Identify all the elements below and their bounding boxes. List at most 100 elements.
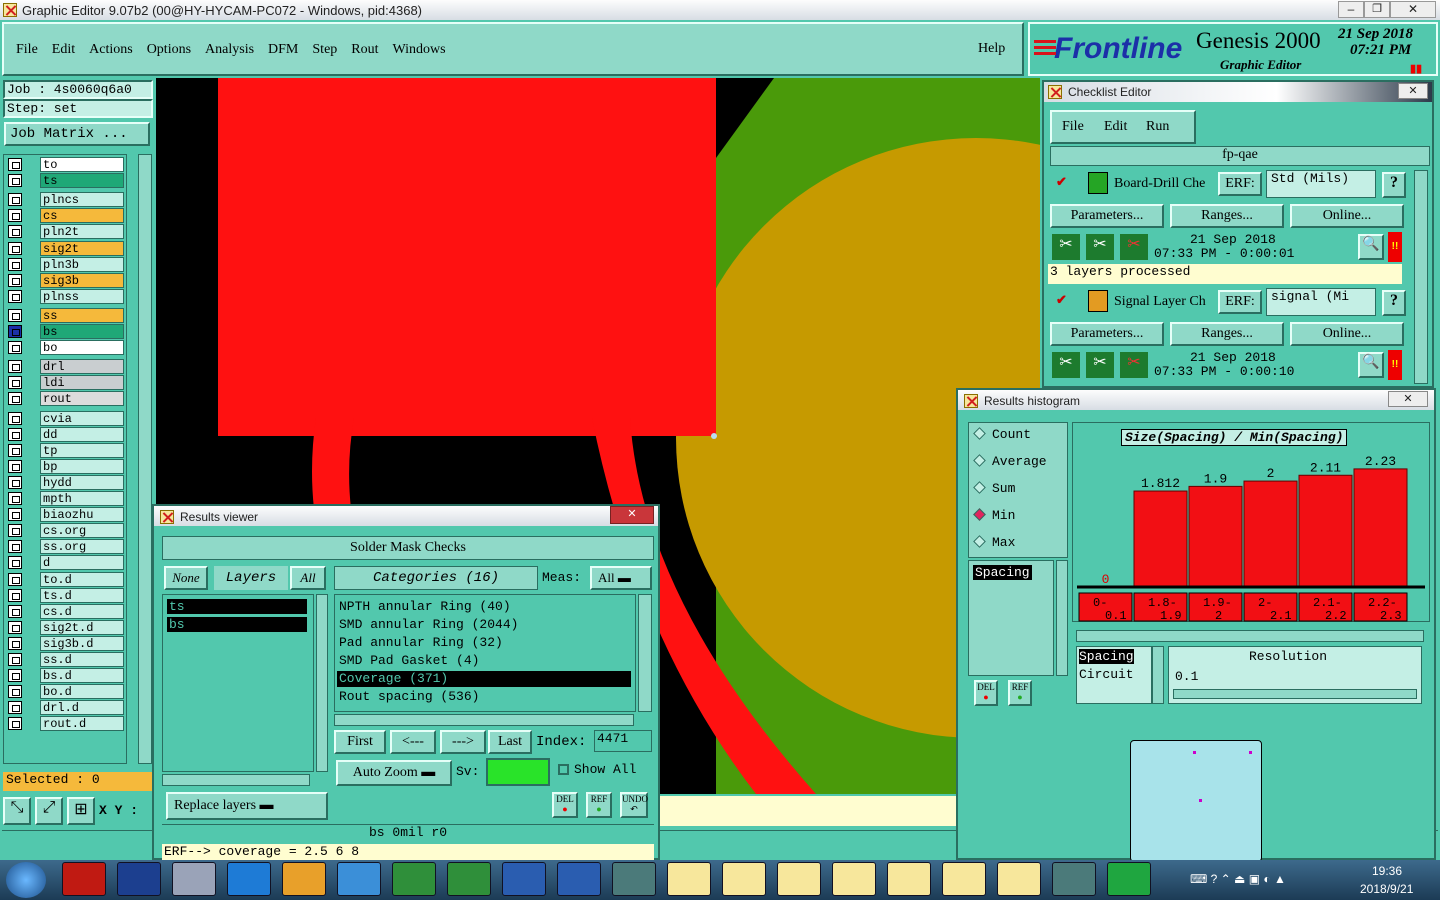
histogram-list-selected[interactable]: Spacing [973, 565, 1032, 580]
layer-row-plncs[interactable]: plncs [6, 192, 124, 208]
checklist-menu-file[interactable]: File [1062, 119, 1084, 135]
action-enabled-icon[interactable]: ✔ [1056, 174, 1067, 190]
action-2-enabled-icon[interactable]: ✔ [1056, 292, 1067, 308]
action-2-run-all-icon[interactable]: ✂ [1086, 352, 1114, 378]
layer-checkbox[interactable] [8, 225, 22, 239]
nav-first-button[interactable]: First [334, 730, 386, 754]
layer-checkbox[interactable] [8, 174, 22, 188]
layer-checkbox[interactable] [8, 556, 22, 570]
layer-row-ldi[interactable]: ldi [6, 375, 124, 391]
menu-analysis[interactable]: Analysis [205, 42, 254, 57]
layer-row-rout.d[interactable]: rout.d [6, 716, 124, 732]
layer-checkbox[interactable] [8, 411, 22, 425]
word-icon[interactable] [557, 862, 601, 896]
menu-edit[interactable]: Edit [52, 42, 75, 57]
histogram-bar[interactable] [1243, 480, 1298, 588]
checklist-menu-run[interactable]: Run [1146, 119, 1169, 135]
histogram-mode-sum[interactable]: Sum [973, 481, 1015, 496]
layer-row-cvia[interactable]: cvia [6, 410, 124, 426]
layer-checkbox[interactable] [8, 572, 22, 586]
layer-checkbox[interactable] [8, 427, 22, 441]
layer-row-cs.org[interactable]: cs.org [6, 523, 124, 539]
action-2-help-button[interactable]: ? [1382, 290, 1406, 316]
results-category-item[interactable]: SMD annular Ring (2044) [337, 617, 631, 633]
layer-row-ss.org[interactable]: ss.org [6, 539, 124, 555]
layer-checkbox[interactable] [8, 620, 22, 634]
index-input[interactable]: 4471 [594, 730, 652, 752]
layer-row-ts.d[interactable]: ts.d [6, 587, 124, 603]
histogram-list-scrollbar[interactable] [1056, 560, 1068, 676]
ie-icon[interactable] [227, 862, 271, 896]
results-categories-hscroll[interactable] [334, 714, 634, 726]
layer-checkbox[interactable] [8, 209, 22, 223]
nav-last-button[interactable]: Last [488, 730, 532, 754]
job-matrix-button[interactable]: Job Matrix ... [4, 122, 150, 146]
action-1-zoom-icon[interactable]: 🔍 [1358, 234, 1384, 260]
rv-undo-button[interactable]: UNDO ↶ [620, 792, 648, 818]
telegram-icon[interactable] [337, 862, 381, 896]
menu-actions[interactable]: Actions [89, 42, 133, 57]
layer-row-bo[interactable]: bo [6, 340, 124, 356]
layer-row-ts[interactable]: ts [6, 173, 124, 189]
histogram-del-button[interactable]: DEL ● [974, 680, 998, 706]
layer-checkbox[interactable] [8, 273, 22, 287]
genesis-window-icon[interactable] [997, 862, 1041, 896]
meas-select[interactable]: All ▬ [590, 566, 652, 590]
layer-checkbox[interactable] [8, 717, 22, 731]
layer-checkbox[interactable] [8, 308, 22, 322]
layer-row-bs[interactable]: bs [6, 324, 124, 339]
action-1-online-button[interactable]: Online... [1290, 204, 1404, 228]
maximize-button[interactable]: ❐ [1364, 1, 1390, 18]
results-category-item[interactable]: NPTH annular Ring (40) [337, 599, 631, 615]
genesis-window-icon[interactable] [832, 862, 876, 896]
results-category-item[interactable]: Coverage (371) [337, 671, 631, 687]
menu-step[interactable]: Step [312, 42, 337, 57]
grid-icon[interactable]: ⊞ [67, 797, 95, 825]
layer-row-tp[interactable]: tp [6, 442, 124, 458]
results-layer-item[interactable]: ts [167, 599, 307, 614]
histogram-mode-max[interactable]: Max [973, 535, 1015, 550]
action-1-ranges-button[interactable]: Ranges... [1170, 204, 1284, 228]
layer-checkbox[interactable] [8, 492, 22, 505]
layer-checkbox[interactable] [8, 588, 22, 602]
layer-checkbox[interactable] [8, 289, 22, 303]
histogram-scrollbar[interactable] [1076, 630, 1424, 642]
disk-icon[interactable] [1052, 862, 1096, 896]
layer-checkbox[interactable] [8, 508, 22, 522]
results-categories-scrollbar[interactable] [638, 594, 652, 712]
genesis-window-icon[interactable] [667, 862, 711, 896]
genesis-window-icon[interactable] [777, 862, 821, 896]
histogram-bar[interactable] [1353, 468, 1408, 588]
shell-icon[interactable] [282, 862, 326, 896]
layer-scrollbar[interactable] [138, 154, 152, 764]
minimize-button[interactable]: – [1338, 1, 1364, 18]
layer-checkbox[interactable] [8, 392, 22, 406]
save-icon[interactable] [117, 862, 161, 896]
menu-windows[interactable]: Windows [393, 42, 446, 57]
menu-options[interactable]: Options [147, 42, 191, 57]
frontline-f-icon[interactable] [1107, 862, 1151, 896]
action-2-run-icon[interactable]: ✂ [1052, 352, 1080, 378]
layer-checkbox[interactable] [8, 193, 22, 207]
layer-checkbox[interactable] [8, 459, 22, 473]
layer-row-pln2t[interactable]: pln2t [6, 224, 124, 240]
results-category-item[interactable]: Rout spacing (536) [337, 689, 631, 705]
layer-row-sig3b.d[interactable]: sig3b.d [6, 635, 124, 651]
layer-checkbox[interactable] [8, 524, 22, 538]
rv-del-button[interactable]: DEL ● [552, 792, 578, 818]
checklist-scrollbar[interactable] [1414, 170, 1428, 384]
results-layers-scrollbar[interactable] [316, 594, 328, 772]
layer-row-hydd[interactable]: hydd [6, 474, 124, 490]
results-viewer-close-button[interactable]: ✕ [610, 506, 654, 524]
layer-row-bp[interactable]: bp [6, 458, 124, 474]
layer-row-mpth[interactable]: mpth [6, 491, 124, 506]
layer-row-cs[interactable]: cs [6, 208, 124, 224]
layer-row-plnss[interactable]: plnss [6, 288, 124, 304]
layer-row-ss[interactable]: ss [6, 307, 124, 323]
genesis-window-icon[interactable] [942, 862, 986, 896]
layer-checkbox[interactable] [8, 701, 22, 715]
auto-zoom-select[interactable]: Auto Zoom ▬ [336, 760, 452, 786]
results-category-item[interactable]: Pad annular Ring (32) [337, 635, 631, 651]
layer-row-sig2t.d[interactable]: sig2t.d [6, 619, 124, 635]
action-2-zoom-icon[interactable]: 🔍 [1358, 352, 1384, 378]
